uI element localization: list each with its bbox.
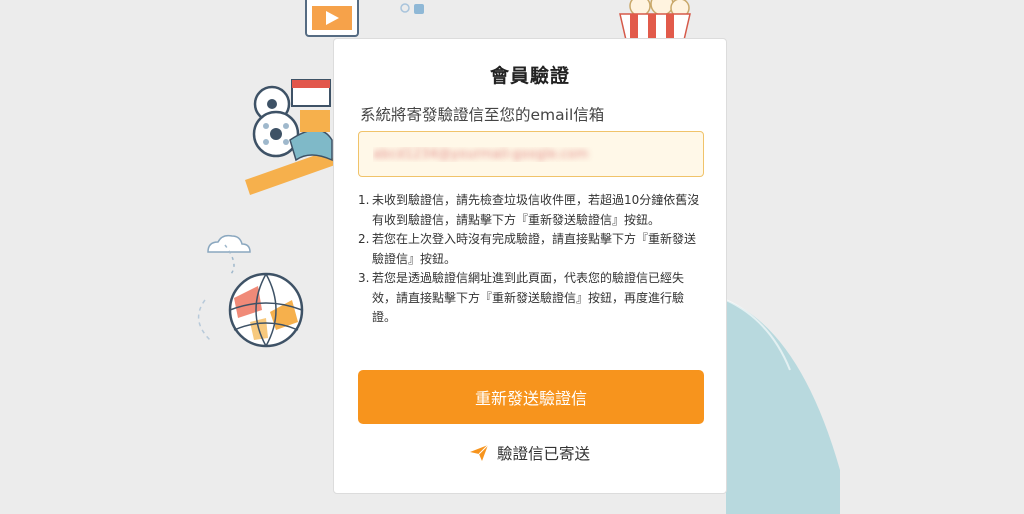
video-window-icon [305, 0, 359, 37]
list-item-number: 1. [358, 193, 370, 207]
list-item-number: 2. [358, 232, 370, 246]
sent-status: 驗證信已寄送 [334, 442, 726, 464]
film-reel-icon [245, 79, 335, 195]
sent-status-text: 驗證信已寄送 [496, 445, 590, 463]
email-field[interactable] [358, 131, 704, 177]
verification-card: 會員驗證 系統將寄發驗證信至您的email信箱 1. 未收到驗證信，請先檢查垃圾… [333, 38, 727, 494]
subtitle: 系統將寄發驗證信至您的email信箱 [360, 106, 605, 124]
cloud-icon [207, 234, 251, 253]
instruction-list: 1. 未收到驗證信，請先檢查垃圾信收件匣，若超過10分鐘依舊沒有收到驗證信，請點… [358, 191, 706, 328]
paper-plane-icon [470, 445, 489, 461]
planet-illustration [725, 299, 840, 514]
list-item: 2. 若您在上次登入時沒有完成驗證，請直接點擊下方『重新發送驗證信』按鈕。 [358, 230, 706, 269]
resend-verification-button[interactable]: 重新發送驗證信 [358, 370, 704, 424]
list-item-text: 未收到驗證信，請先檢查垃圾信收件匣，若超過10分鐘依舊沒有收到驗證信，請點擊下方… [372, 193, 700, 227]
list-item-text: 若您在上次登入時沒有完成驗證，請直接點擊下方『重新發送驗證信』按鈕。 [372, 232, 697, 266]
sparkle-icon [400, 3, 424, 14]
list-item: 1. 未收到驗證信，請先檢查垃圾信收件匣，若超過10分鐘依舊沒有收到驗證信，請點… [358, 191, 706, 230]
list-item-text: 若您是透過驗證信網址進到此頁面，代表您的驗證信已經失效，請直接點擊下方『重新發送… [372, 271, 685, 324]
list-item-number: 3. [358, 271, 370, 285]
page-title: 會員驗證 [489, 65, 570, 87]
popcorn-icon [619, 0, 691, 41]
globe-icon [197, 272, 304, 348]
list-item: 3. 若您是透過驗證信網址進到此頁面，代表您的驗證信已經失效，請直接點擊下方『重… [358, 269, 706, 328]
